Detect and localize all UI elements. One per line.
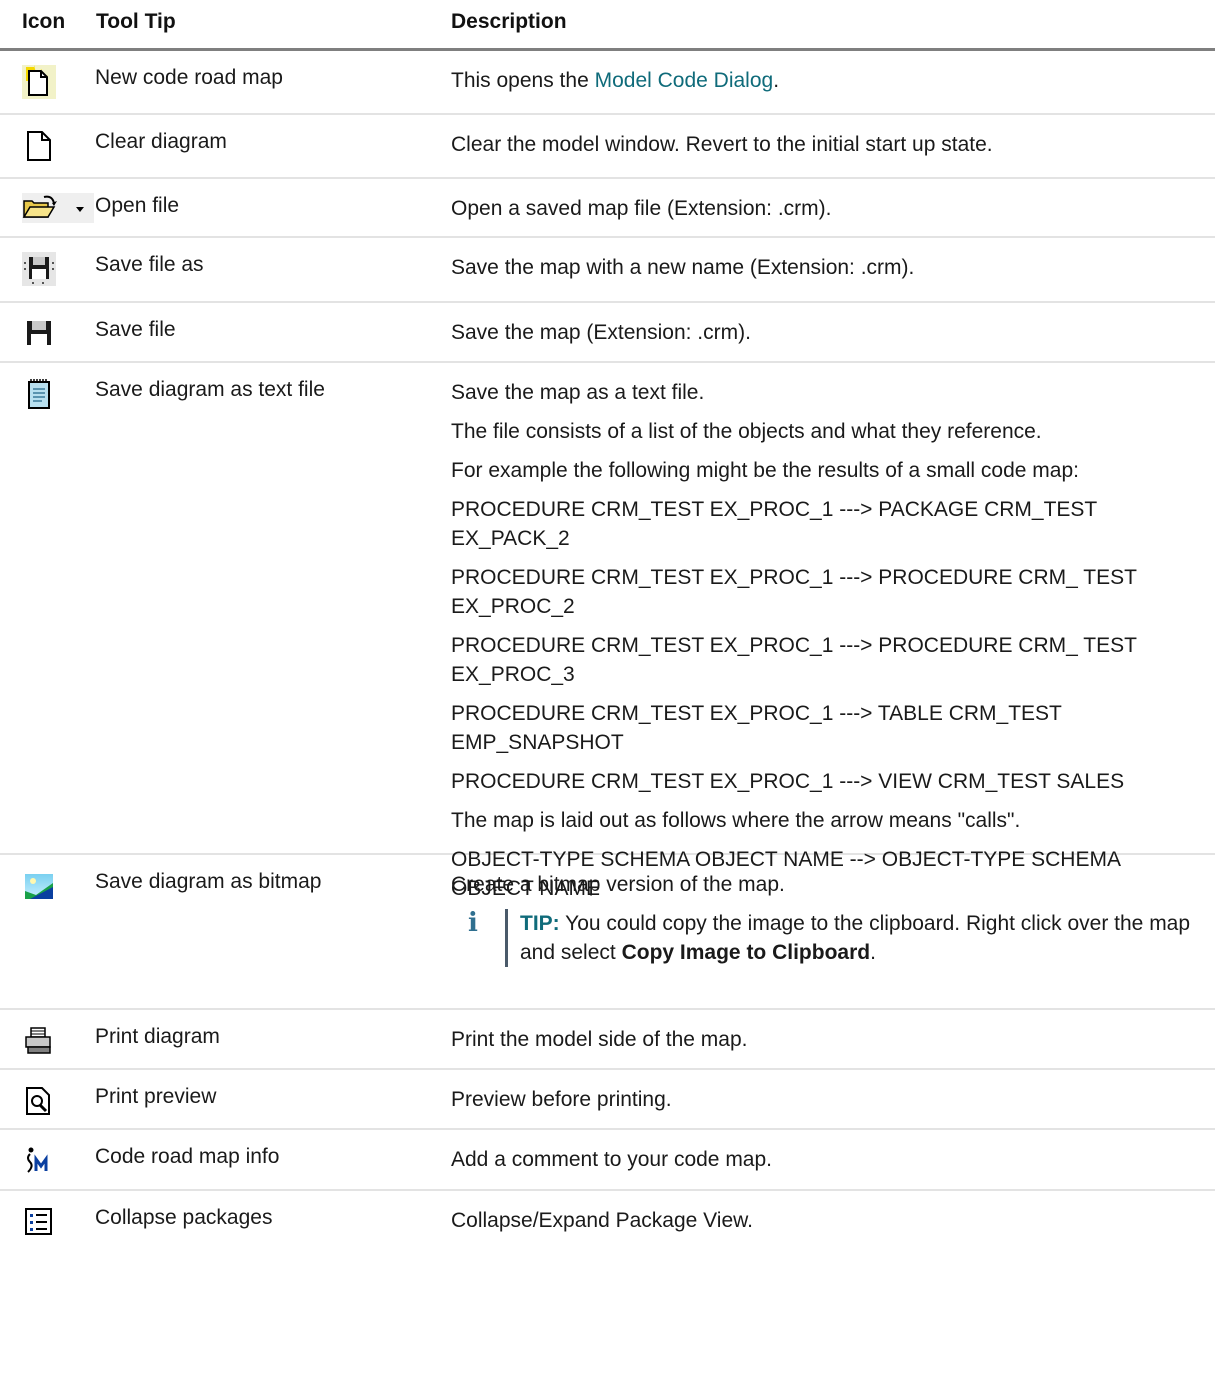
table-row: Save diagram as bitmap Create a bitmap v…	[0, 855, 1215, 1010]
description-paragraph: Create a bitmap version of the map.	[451, 873, 785, 896]
header-tool-tip: Tool Tip	[96, 10, 176, 33]
description-text: Save the map with a new name (Extension:…	[451, 256, 915, 279]
save-file-as-icon	[22, 252, 56, 286]
tool-tip-text: Save diagram as bitmap	[95, 870, 322, 893]
description-paragraph: The file consists of a list of the objec…	[451, 420, 1042, 443]
save-as-bitmap-icon	[22, 869, 56, 903]
table-row: Print preview Preview before printing.	[0, 1070, 1215, 1130]
tool-tip-text: New code road map	[95, 66, 283, 89]
tip-bold-text: Copy Image to Clipboard	[621, 941, 871, 964]
table-row: Save file Save the map (Extension: .crm)…	[0, 303, 1215, 363]
description-paragraph: The map is laid out as follows where the…	[451, 809, 1021, 832]
description-paragraph: For example the following might be the r…	[451, 459, 1079, 482]
description-paragraph: PROCEDURE CRM_TEST EX_PROC_1 ---> PROCED…	[451, 634, 1137, 686]
tool-tip-text: Print preview	[95, 1085, 217, 1108]
open-file-icon	[22, 193, 94, 227]
description-paragraph: PROCEDURE CRM_TEST EX_PROC_1 ---> PACKAG…	[451, 498, 1097, 550]
tool-tip-text: Open file	[95, 194, 180, 217]
tip-callout: i TIP: You could copy the image to the c…	[468, 909, 1201, 967]
description-paragraph: PROCEDURE CRM_TEST EX_PROC_1 ---> TABLE …	[451, 702, 1062, 754]
description-text: Create a bitmap version of the map. i TI…	[451, 870, 1201, 967]
table-row: Save file as Save the map with a new nam…	[0, 238, 1215, 303]
header-description: Description	[451, 10, 567, 33]
tool-tip-text: Clear diagram	[95, 130, 227, 153]
description-paragraph: PROCEDURE CRM_TEST EX_PROC_1 ---> PROCED…	[451, 566, 1137, 618]
model-code-dialog-link[interactable]: Model Code Dialog	[595, 69, 774, 92]
new-code-road-map-icon	[22, 65, 56, 99]
table-row: Code road map info Add a comment to your…	[0, 1130, 1215, 1191]
collapse-packages-icon	[22, 1205, 56, 1239]
description-paragraph: PROCEDURE CRM_TEST EX_PROC_1 ---> VIEW C…	[451, 770, 1125, 793]
table-row: Save diagram as text file Save the map a…	[0, 363, 1215, 900]
print-preview-icon	[22, 1084, 56, 1118]
description-text: Print the model side of the map.	[451, 1028, 748, 1051]
description-text: This opens the Model Code Dialog.	[451, 69, 780, 92]
save-as-text-icon	[22, 377, 56, 411]
description-paragraph: Save the map as a text file.	[451, 381, 705, 404]
description-text: Open a saved map file (Extension: .crm).	[451, 197, 832, 220]
table-row: Open file Open a saved map file (Extensi…	[0, 179, 1215, 238]
toolbar-reference-table: Icon Tool Tip Description New code road …	[0, 0, 1215, 1251]
table-row: Print diagram Print the model side of th…	[0, 1010, 1215, 1070]
table-header: Icon Tool Tip Description	[0, 0, 1215, 51]
description-text: Add a comment to your code map.	[451, 1148, 772, 1171]
tool-tip-text: Save file	[95, 318, 176, 341]
code-road-map-info-icon	[22, 1144, 56, 1178]
description-text: Save the map as a text file. The file co…	[451, 378, 1201, 913]
tool-tip-text: Print diagram	[95, 1025, 220, 1048]
description-text: Clear the model window. Revert to the in…	[451, 133, 993, 156]
tool-tip-text: Collapse packages	[95, 1206, 273, 1229]
table-row: Clear diagram Clear the model window. Re…	[0, 115, 1215, 179]
printer-icon	[22, 1024, 56, 1058]
tool-tip-text: Code road map info	[95, 1145, 280, 1168]
tool-tip-text: Save file as	[95, 253, 204, 276]
clear-diagram-icon	[22, 129, 56, 163]
description-text: Collapse/Expand Package View.	[451, 1209, 753, 1232]
tip-label: TIP:	[520, 912, 560, 935]
save-file-icon	[22, 317, 56, 351]
description-text: Preview before printing.	[451, 1088, 672, 1111]
description-text: Save the map (Extension: .crm).	[451, 321, 751, 344]
table-row: Collapse packages Collapse/Expand Packag…	[0, 1191, 1215, 1251]
table-row: New code road map This opens the Model C…	[0, 51, 1215, 115]
info-icon: i	[468, 908, 478, 938]
tool-tip-text: Save diagram as text file	[95, 378, 325, 401]
header-icon: Icon	[22, 10, 66, 33]
